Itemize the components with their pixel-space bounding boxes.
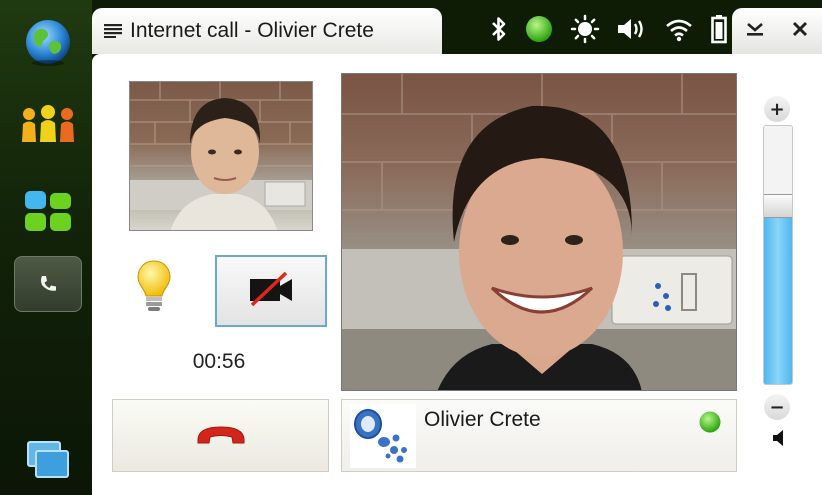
task-switcher-icon[interactable] xyxy=(18,432,78,488)
wifi-icon xyxy=(664,16,694,46)
app-grid-icon[interactable] xyxy=(18,184,78,240)
globe-icon[interactable] xyxy=(18,14,78,70)
bluetooth-icon xyxy=(490,15,508,47)
phone-icon[interactable] xyxy=(14,256,82,312)
volume-slider-handle[interactable] xyxy=(764,193,792,218)
presence-online-icon xyxy=(698,410,722,438)
contact-avatar xyxy=(350,404,416,468)
window-title-tab[interactable]: Internet call - Olivier Crete xyxy=(92,8,442,54)
contact-info[interactable]: Olivier Crete xyxy=(341,399,737,472)
end-call-button[interactable] xyxy=(112,399,329,472)
call-duration: 00:56 xyxy=(192,350,246,373)
title-bar: Internet call - Olivier Crete xyxy=(92,0,822,62)
battery-icon xyxy=(710,14,728,48)
hangup-icon xyxy=(195,421,247,451)
self-video-preview[interactable] xyxy=(129,81,313,231)
volume-icon xyxy=(616,16,648,46)
minimize-icon[interactable] xyxy=(745,20,765,42)
app-launcher-sidebar xyxy=(0,0,92,495)
speaker-icon xyxy=(772,429,786,451)
volume-up-button[interactable]: + xyxy=(764,96,790,122)
volume-slider[interactable] xyxy=(763,125,793,385)
contact-name: Olivier Crete xyxy=(424,408,541,431)
volume-level-fill xyxy=(764,205,792,384)
camera-toggle-button[interactable] xyxy=(215,255,327,327)
light-bulb-icon[interactable] xyxy=(136,259,172,319)
presence-online-icon xyxy=(524,14,554,48)
close-icon[interactable] xyxy=(791,20,809,42)
brightness-icon xyxy=(570,14,600,48)
menu-icon[interactable] xyxy=(104,24,122,38)
call-panel: 00:56 Olivier Crete + − xyxy=(92,54,822,495)
remote-video[interactable] xyxy=(341,73,737,391)
contacts-icon[interactable] xyxy=(18,96,78,152)
window-controls xyxy=(732,8,822,54)
window-title: Internet call - Olivier Crete xyxy=(130,19,374,42)
camera-off-icon xyxy=(246,271,296,311)
status-area[interactable] xyxy=(490,8,728,54)
volume-down-button[interactable]: − xyxy=(764,394,790,420)
